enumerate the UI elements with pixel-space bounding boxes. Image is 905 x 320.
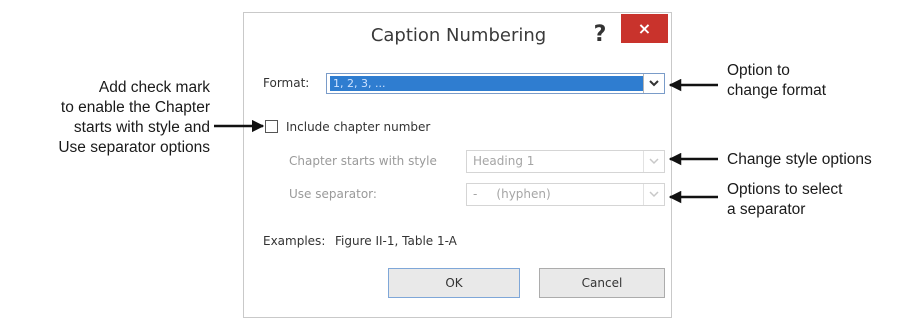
annotation-arrows bbox=[214, 78, 718, 204]
